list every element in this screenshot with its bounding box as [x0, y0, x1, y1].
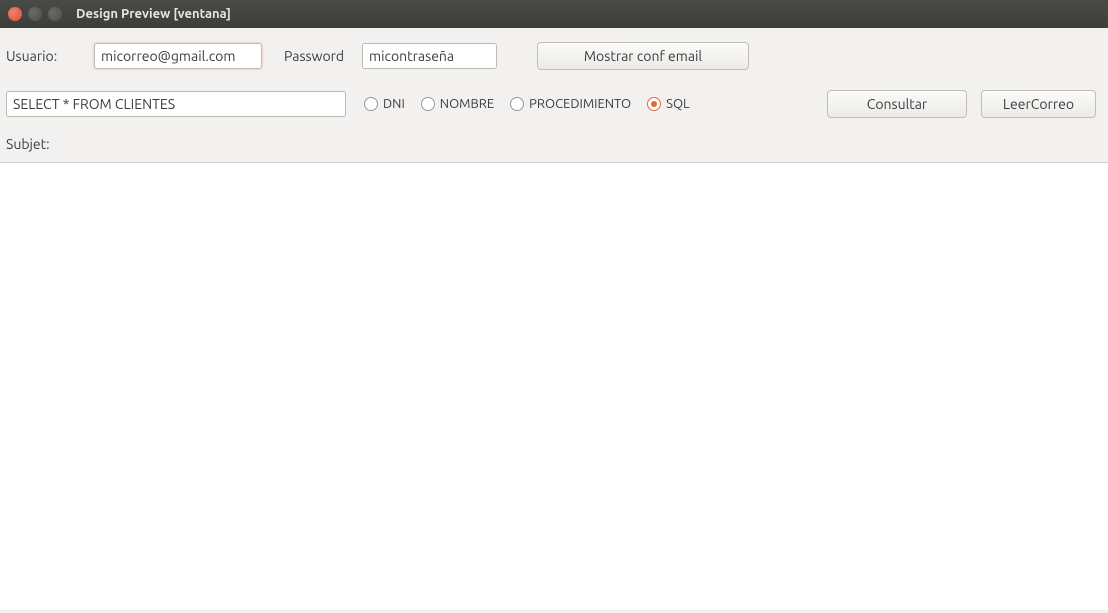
window-controls: [8, 7, 62, 21]
main-content-area: [0, 162, 1108, 610]
radio-icon: [421, 97, 435, 111]
subject-label: Subjet:: [6, 136, 50, 152]
radio-icon: [364, 97, 378, 111]
radio-icon: [510, 97, 524, 111]
radio-nombre[interactable]: NOMBRE: [421, 97, 494, 111]
maximize-icon[interactable]: [48, 7, 62, 21]
titlebar: Design Preview [ventana]: [0, 0, 1108, 28]
radio-procedimiento[interactable]: PROCEDIMIENTO: [510, 97, 631, 111]
radio-procedimiento-label: PROCEDIMIENTO: [529, 97, 631, 111]
credentials-row: Usuario: Password Mostrar conf email: [0, 28, 1108, 70]
window-title: Design Preview [ventana]: [76, 7, 231, 21]
usuario-label: Usuario:: [6, 48, 84, 64]
mostrar-conf-email-button[interactable]: Mostrar conf email: [537, 42, 749, 70]
subject-row: Subjet:: [0, 118, 1108, 162]
radio-sql[interactable]: SQL: [647, 97, 690, 111]
query-row: DNI NOMBRE PROCEDIMIENTO SQL Consultar L…: [0, 70, 1108, 118]
minimize-icon[interactable]: [28, 7, 42, 21]
radio-icon-checked: [647, 97, 661, 111]
usuario-input[interactable]: [94, 43, 262, 69]
leercorreo-button[interactable]: LeerCorreo: [981, 90, 1096, 118]
close-icon[interactable]: [8, 7, 22, 21]
radio-dni-label: DNI: [383, 97, 405, 111]
radio-group: DNI NOMBRE PROCEDIMIENTO SQL: [364, 97, 690, 111]
query-input[interactable]: [6, 91, 346, 117]
radio-sql-label: SQL: [666, 97, 690, 111]
action-buttons: Consultar LeerCorreo: [827, 90, 1102, 118]
radio-dni[interactable]: DNI: [364, 97, 405, 111]
password-input[interactable]: [362, 43, 497, 69]
content-area: Usuario: Password Mostrar conf email DNI…: [0, 28, 1108, 610]
radio-nombre-label: NOMBRE: [440, 97, 494, 111]
password-label: Password: [284, 48, 352, 64]
consultar-button[interactable]: Consultar: [827, 90, 967, 118]
